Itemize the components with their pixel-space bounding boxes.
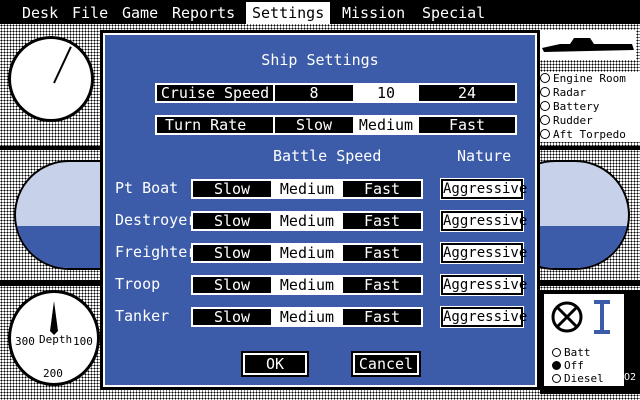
ship-label-tanker: Tanker [115, 307, 170, 325]
nature-header: Nature [457, 147, 512, 165]
turn-rate-option-medium[interactable]: Medium [353, 117, 417, 133]
ship-label-destroyer: Destroyer [115, 211, 197, 229]
depth-needle-icon [50, 301, 58, 335]
ship-label-pt-boat: Pt Boat [115, 179, 179, 197]
destroyer-speed-medium[interactable]: Medium [271, 213, 341, 229]
power-option-batt[interactable]: Batt [552, 346, 591, 359]
power-option-diesel[interactable]: Diesel [552, 372, 604, 385]
freighter-speed-control: Slow Medium Fast [191, 243, 423, 263]
submarine-icon [540, 30, 636, 60]
tanker-speed-control: Slow Medium Fast [191, 307, 423, 327]
power-panel: Batt Off Diesel O2 [540, 290, 640, 394]
ship-label-freighter: Freighter [115, 243, 197, 261]
system-aft-torpedo[interactable]: Aft Torpedo [540, 128, 640, 142]
depth-value-right: 100 [73, 335, 93, 348]
turn-rate-control: Turn Rate Slow Medium Fast [155, 115, 517, 135]
system-battery[interactable]: Battery [540, 100, 640, 114]
menu-desk[interactable]: Desk [16, 2, 64, 24]
turn-rate-option-fast[interactable]: Fast [417, 117, 515, 133]
turn-rate-label: Turn Rate [165, 116, 247, 134]
turn-rate-option-slow[interactable]: Slow [273, 117, 353, 133]
pt-boat-speed-slow[interactable]: Slow [193, 181, 271, 197]
oxygen-label: O2 [624, 372, 637, 383]
tanker-speed-medium[interactable]: Medium [271, 309, 341, 325]
pt-boat-nature-button[interactable]: Aggressive [441, 179, 527, 199]
troop-speed-medium[interactable]: Medium [271, 277, 341, 293]
tanker-speed-slow[interactable]: Slow [193, 309, 271, 325]
dialog-title: Ship Settings [261, 51, 379, 69]
tanker-speed-fast[interactable]: Fast [341, 309, 421, 325]
troop-speed-control: Slow Medium Fast [191, 275, 423, 295]
system-radar[interactable]: Radar [540, 86, 640, 100]
freighter-speed-slow[interactable]: Slow [193, 245, 271, 261]
pt-boat-speed-medium[interactable]: Medium [271, 181, 341, 197]
cruise-speed-label: Cruise Speed [160, 84, 270, 102]
power-panel-inner: Batt Off Diesel [544, 294, 624, 386]
cancel-button[interactable]: Cancel [353, 353, 419, 375]
depth-value-bottom: 200 [43, 367, 63, 380]
system-rudder[interactable]: Rudder [540, 114, 640, 128]
pt-boat-speed-control: Slow Medium Fast [191, 179, 423, 199]
gauge-bar-icon [594, 300, 610, 334]
compass-gauge [8, 36, 94, 122]
troop-speed-fast[interactable]: Fast [341, 277, 421, 293]
menu-reports[interactable]: Reports [166, 2, 241, 24]
freighter-nature-button[interactable]: Aggressive [441, 243, 527, 263]
valve-icon[interactable] [550, 300, 584, 334]
menu-special[interactable]: Special [416, 2, 491, 24]
systems-list: Engine Room Radar Battery Rudder Aft Tor… [540, 72, 640, 142]
troop-speed-slow[interactable]: Slow [193, 277, 271, 293]
ship-settings-dialog: Ship Settings Cruise Speed 8 10 24 Turn … [100, 30, 540, 390]
destroyer-nature-button[interactable]: Aggressive [441, 211, 527, 231]
depth-gauge: Depth 300 100 200 [8, 290, 100, 386]
cruise-speed-option-24[interactable]: 24 [417, 85, 515, 101]
menu-game[interactable]: Game [116, 2, 164, 24]
freighter-speed-medium[interactable]: Medium [271, 245, 341, 261]
compass-needle [53, 46, 72, 84]
power-option-off[interactable]: Off [552, 359, 584, 372]
ship-label-troop: Troop [115, 275, 161, 293]
destroyer-speed-slow[interactable]: Slow [193, 213, 271, 229]
menu-file[interactable]: File [66, 2, 114, 24]
tanker-nature-button[interactable]: Aggressive [441, 307, 527, 327]
depth-value-left: 300 [15, 335, 35, 348]
pt-boat-speed-fast[interactable]: Fast [341, 181, 421, 197]
destroyer-speed-control: Slow Medium Fast [191, 211, 423, 231]
destroyer-speed-fast[interactable]: Fast [341, 213, 421, 229]
ok-button[interactable]: OK [243, 353, 307, 375]
troop-nature-button[interactable]: Aggressive [441, 275, 527, 295]
menu-settings[interactable]: Settings [246, 2, 331, 24]
cruise-speed-option-10[interactable]: 10 [353, 85, 417, 101]
cruise-speed-control: Cruise Speed 8 10 24 [155, 83, 517, 103]
system-engine-room[interactable]: Engine Room [540, 72, 640, 86]
menu-mission[interactable]: Mission [336, 2, 411, 24]
cruise-speed-option-8[interactable]: 8 [273, 85, 353, 101]
menu-bar: Desk File Game Reports Settings Mission … [0, 0, 640, 24]
battle-speed-header: Battle Speed [273, 147, 382, 165]
freighter-speed-fast[interactable]: Fast [341, 245, 421, 261]
